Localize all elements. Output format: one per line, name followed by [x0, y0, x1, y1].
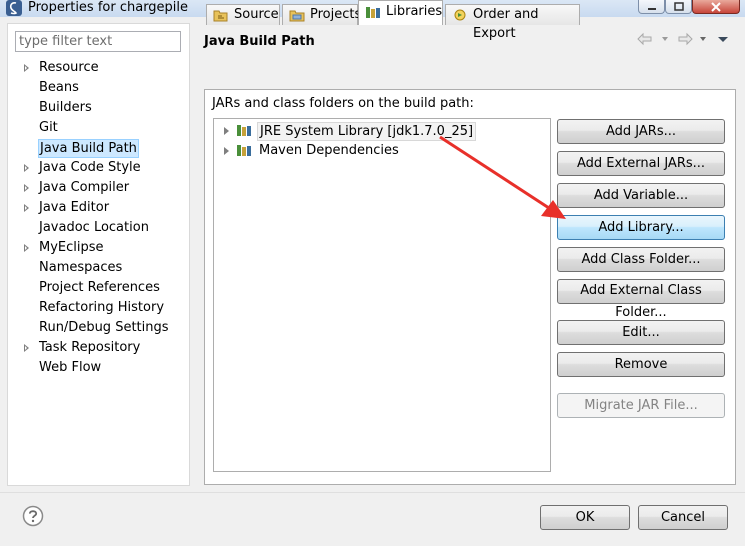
- libraries-icon: [366, 7, 380, 18]
- cancel-button[interactable]: Cancel: [638, 505, 728, 530]
- annotation-arrow-icon: [439, 135, 566, 219]
- ok-button[interactable]: OK: [540, 505, 630, 530]
- help-icon[interactable]: [22, 505, 44, 527]
- tab-libraries[interactable]: Libraries: [358, 0, 443, 25]
- footer-divider: [0, 492, 745, 493]
